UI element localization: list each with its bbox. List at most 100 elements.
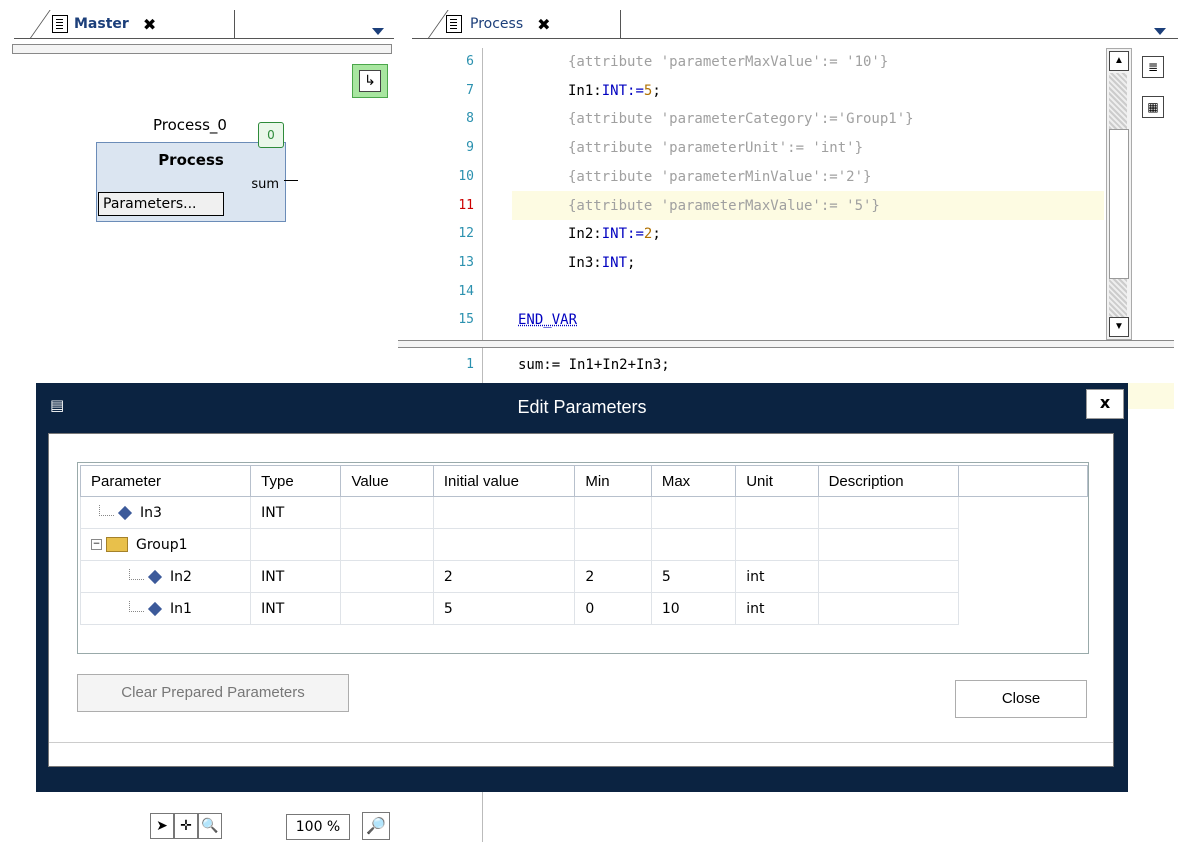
cell-desc[interactable]: [817, 528, 959, 561]
cell-min: [574, 496, 652, 529]
dialog-title: Edit Parameters: [517, 397, 647, 417]
cell-desc[interactable]: [817, 592, 959, 625]
scroll-up-icon[interactable]: ▲: [1109, 51, 1129, 71]
dialog-close-icon[interactable]: x: [1086, 389, 1124, 419]
cell-min: 0: [574, 592, 652, 625]
code-line[interactable]: In1:INT:=5;: [568, 77, 661, 106]
right-tabbar: Process ✖: [398, 0, 1178, 44]
attribute-pragma: {attribute 'parameterCategory':='Group1'…: [568, 111, 914, 128]
cell-value[interactable]: [340, 592, 434, 625]
line-number: 10: [458, 168, 474, 184]
table-row[interactable]: In1 INT 5 0 10 int: [79, 592, 1088, 625]
zoom-level[interactable]: 100 %: [286, 814, 350, 840]
tab-master-close-icon[interactable]: ✖: [143, 15, 156, 34]
dialog-body: Parameter Type Value Initial value Min Max Uni…: [48, 433, 1114, 767]
parameter-cell[interactable]: − Group1: [79, 528, 252, 561]
var-name: In1: [568, 82, 594, 99]
cell-value[interactable]: [340, 560, 434, 593]
table-row[interactable]: In2 INT 2 2 5 int: [79, 560, 1088, 593]
table-row[interactable]: − Group1: [79, 528, 1088, 561]
tab-process[interactable]: Process ✖: [434, 10, 621, 38]
tab-master[interactable]: Master ✖: [38, 10, 235, 38]
column-header[interactable]: Initial value: [432, 465, 576, 497]
fbd-splitter[interactable]: [12, 44, 392, 54]
parameters-button[interactable]: Parameters...: [98, 192, 224, 216]
tree-connector: [129, 600, 144, 612]
left-tabbar: Master ✖: [0, 0, 396, 44]
textual-view-icon[interactable]: ≣: [1142, 56, 1164, 78]
column-header[interactable]: Type: [250, 465, 342, 497]
attribute-pragma: {attribute 'parameterMaxValue':= '10'}: [568, 54, 889, 70]
cell-unit: [735, 528, 819, 561]
fbd-output-pin: sum: [251, 177, 279, 192]
cell-unit: int: [735, 560, 819, 593]
code-line[interactable]: {attribute 'parameterUnit':= 'int'}: [568, 134, 863, 163]
scroll-thumb[interactable]: [1109, 129, 1129, 279]
variable-icon: [147, 569, 163, 584]
right-tab-underline: [412, 38, 1178, 39]
parameter-name: Group1: [136, 536, 188, 553]
collapse-icon[interactable]: −: [91, 539, 102, 550]
line-number: 9: [466, 140, 474, 156]
parameters-grid[interactable]: Parameter Type Value Initial value Min Max Uni…: [77, 462, 1089, 654]
dialog-footer-divider: [49, 742, 1113, 743]
document-icon: [446, 15, 462, 33]
right-tab-dropdown-icon[interactable]: [1154, 28, 1166, 35]
code-line[interactable]: {attribute 'parameterMinValue':='2'}: [568, 163, 871, 192]
code-line[interactable]: {attribute 'parameterCategory':='Group1'…: [568, 105, 914, 134]
line-number: 6: [466, 54, 474, 69]
parameter-cell[interactable]: In3: [79, 496, 252, 529]
document-icon: [52, 15, 68, 33]
editor-splitter[interactable]: [398, 340, 1174, 348]
cell-max: 10: [650, 592, 737, 625]
parameter-name: In2: [170, 568, 192, 585]
column-header[interactable]: Value: [340, 465, 434, 497]
column-header[interactable]: Unit: [735, 465, 819, 497]
cell-unit: [735, 496, 819, 529]
var-type: INT: [601, 226, 628, 243]
execution-order-badge: 0: [258, 122, 284, 148]
attribute-pragma: {attribute 'parameterMinValue':='2'}: [568, 168, 872, 185]
zoom-fit-icon[interactable]: 🔎: [362, 812, 390, 840]
magnifier-tool-icon[interactable]: 🔍: [198, 813, 222, 839]
cell-desc[interactable]: [817, 560, 959, 593]
column-header[interactable]: Min: [574, 465, 652, 497]
edit-parameters-dialog: ▤ Edit Parameters x Parameter Type Value In…: [36, 383, 1128, 792]
table-row[interactable]: In3 INT: [79, 496, 1088, 529]
table-view-icon[interactable]: ▦: [1142, 96, 1164, 118]
cell-value[interactable]: [340, 528, 434, 561]
line-number: 13: [458, 254, 474, 270]
cell-desc[interactable]: [817, 496, 959, 529]
code-line[interactable]: {attribute 'parameterMaxValue':= '10'}: [568, 48, 888, 77]
cell-value[interactable]: [340, 496, 434, 529]
pan-tool-icon[interactable]: ✛: [174, 813, 198, 839]
parameter-cell[interactable]: In2: [79, 560, 252, 593]
column-header[interactable]: Description: [817, 465, 959, 497]
toolbox-toggle-icon[interactable]: ↳: [352, 64, 388, 98]
parameter-cell[interactable]: In1: [79, 592, 252, 625]
attribute-pragma: {attribute 'parameterUnit':= 'int'}: [568, 140, 864, 157]
code-line[interactable]: END_VAR: [518, 306, 577, 335]
tree-connector: [99, 504, 114, 516]
cell-type: INT: [250, 560, 342, 593]
line-number: 8: [466, 111, 474, 127]
pointer-tool-icon[interactable]: ➤: [150, 813, 174, 839]
body-code-line[interactable]: sum:= In1+In2+In3;: [518, 352, 670, 381]
editor-vertical-scrollbar[interactable]: ▲ ▼: [1106, 48, 1132, 340]
tab-process-close-icon[interactable]: ✖: [537, 15, 550, 34]
code-line[interactable]: In2:INT:=2;: [568, 220, 661, 249]
left-tab-dropdown-icon[interactable]: [372, 28, 384, 35]
scroll-down-icon[interactable]: ▼: [1109, 317, 1129, 337]
close-button[interactable]: Close: [955, 680, 1087, 718]
code-line[interactable]: {attribute 'parameterMaxValue':= '5'}: [568, 192, 880, 221]
column-header-filler: [957, 465, 1089, 497]
cell-type: INT: [250, 592, 342, 625]
clear-prepared-parameters-button[interactable]: Clear Prepared Parameters: [77, 674, 349, 712]
line-number: 11: [458, 197, 474, 213]
column-header[interactable]: Parameter: [79, 465, 252, 497]
column-header[interactable]: Max: [650, 465, 737, 497]
fbd-bottom-tools: ➤ ✛ 🔍: [150, 812, 222, 840]
fbd-instance-name[interactable]: Process_0: [96, 116, 284, 134]
code-line[interactable]: In3:INT;: [568, 249, 635, 278]
parameter-name: In1: [170, 600, 192, 617]
